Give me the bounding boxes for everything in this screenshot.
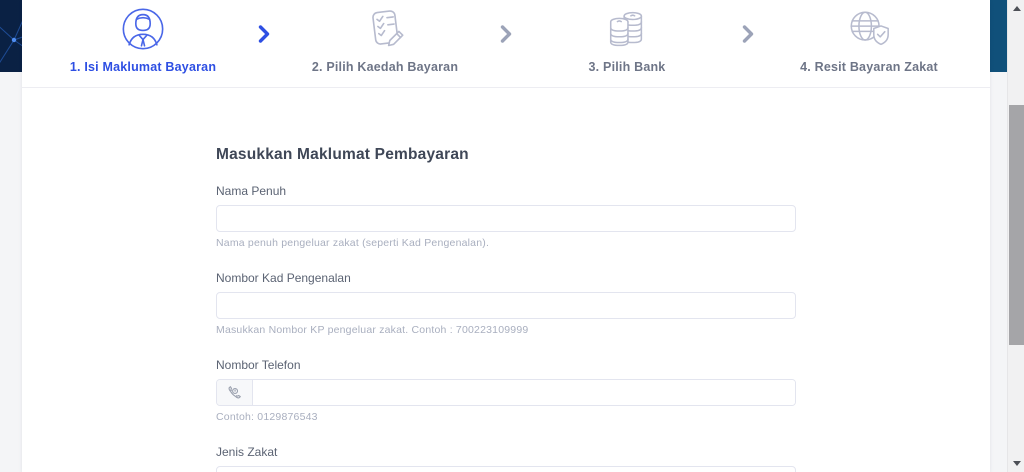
jenis-zakat-select[interactable]: Sila Pilih Jenis Pembayaran (216, 466, 796, 472)
telefon-input-group (216, 379, 796, 406)
payment-card: 1. Isi Maklumat Bayaran 2. Pilih Kaedah … (22, 0, 990, 472)
payment-stepper: 1. Isi Maklumat Bayaran 2. Pilih Kaedah … (22, 0, 990, 88)
browser-scrollbar[interactable] (1007, 0, 1024, 472)
scroll-up-icon[interactable] (1008, 0, 1024, 17)
field-group-kad-pengenalan: Nombor Kad Pengenalan Masukkan Nombor KP… (216, 271, 796, 336)
step-label: 1. Isi Maklumat Bayaran (69, 60, 217, 74)
nama-penuh-input[interactable] (216, 205, 796, 232)
field-helper: Nama penuh pengeluar zakat (seperti Kad … (216, 237, 490, 249)
chevron-right-icon (742, 25, 755, 43)
field-helper: Masukkan Nombor KP pengeluar zakat. Cont… (216, 324, 529, 336)
field-group-jenis-zakat: Jenis Zakat Sila Pilih Jenis Pembayaran (216, 445, 796, 472)
stepper-step-isi-maklumat[interactable]: 1. Isi Maklumat Bayaran (22, 0, 264, 74)
field-group-telefon: Nombor Telefon Contoh: 0129876543 (216, 358, 796, 423)
coins-icon (604, 5, 650, 53)
payment-page: 1. Isi Maklumat Bayaran 2. Pilih Kaedah … (0, 0, 1024, 472)
stepper-step-kaedah-bayaran[interactable]: 2. Pilih Kaedah Bayaran (264, 0, 506, 74)
form-title: Masukkan Maklumat Pembayaran (216, 146, 469, 163)
checklist-pencil-icon (362, 5, 408, 53)
stepper-step-pilih-bank[interactable]: 3. Pilih Bank (506, 0, 748, 74)
phone-icon (217, 380, 253, 405)
nombor-kp-input[interactable] (216, 292, 796, 319)
step-label: 2. Pilih Kaedah Bayaran (311, 60, 459, 74)
field-label: Nombor Telefon (216, 358, 301, 372)
globe-shield-icon (846, 5, 892, 53)
field-label: Jenis Zakat (216, 445, 278, 459)
scroll-down-icon[interactable] (1008, 455, 1024, 472)
payment-form: Masukkan Maklumat Pembayaran Nama Penuh … (216, 88, 796, 472)
nombor-telefon-input[interactable] (253, 380, 795, 405)
field-label: Nombor Kad Pengenalan (216, 271, 351, 285)
chevron-right-icon (258, 25, 271, 43)
scrollbar-thumb[interactable] (1009, 105, 1024, 345)
stepper-step-resit-zakat[interactable]: 4. Resit Bayaran Zakat (748, 0, 990, 74)
step-label: 3. Pilih Bank (588, 60, 666, 74)
field-group-nama-penuh: Nama Penuh Nama penuh pengeluar zakat (s… (216, 184, 796, 249)
chevron-right-icon (500, 25, 513, 43)
step-label: 4. Resit Bayaran Zakat (800, 60, 938, 74)
field-label: Nama Penuh (216, 184, 287, 198)
field-helper: Contoh: 0129876543 (216, 411, 318, 423)
user-icon (120, 5, 166, 53)
